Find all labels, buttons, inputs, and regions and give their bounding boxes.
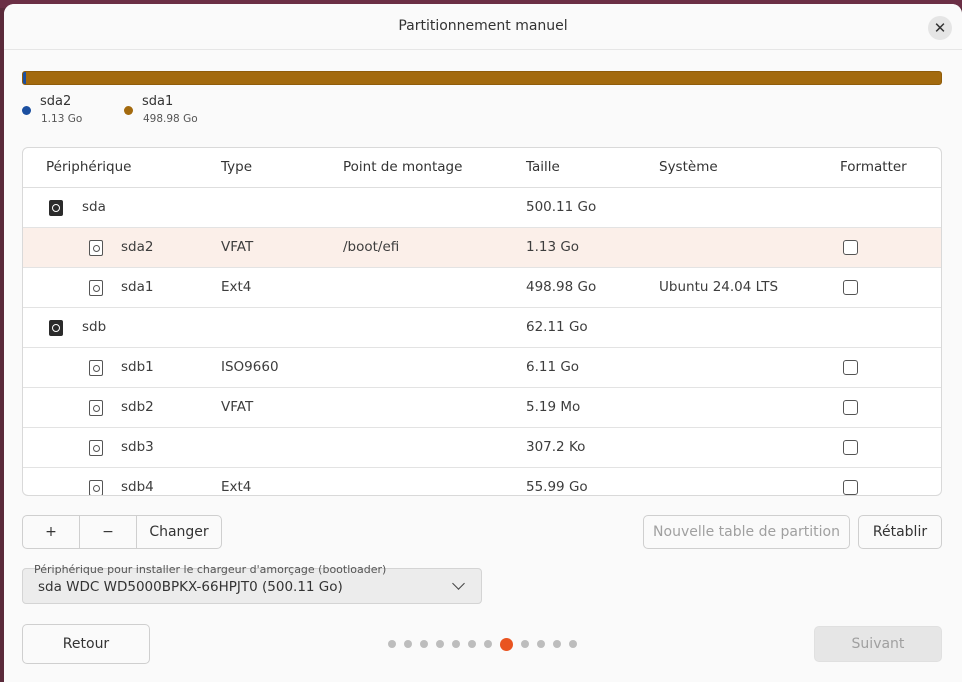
partition-table[interactable]: Périphérique Type Point de montage Taill…	[22, 147, 942, 496]
table-row[interactable]: sdb 62.11 Go	[23, 308, 941, 348]
legend-name: sda2	[40, 94, 72, 109]
legend-size: 1.13 Go	[41, 113, 83, 125]
chevron-down-icon	[452, 577, 465, 590]
table-row[interactable]: sda 500.11 Go	[23, 188, 941, 228]
legend-size: 498.98 Go	[143, 113, 198, 125]
cell-size: 62.11 Go	[526, 319, 588, 335]
new-partition-table-button[interactable]: Nouvelle table de partition	[643, 515, 850, 549]
add-partition-button[interactable]: +	[23, 516, 79, 548]
step-dot	[388, 640, 396, 648]
step-dot	[436, 640, 444, 648]
table-row[interactable]: sdb2 VFAT 5.19 Mo	[23, 388, 941, 428]
cell-device: sda2	[121, 239, 154, 255]
cell-type: Ext4	[221, 279, 252, 295]
partition-icon	[89, 360, 103, 376]
cell-size: 55.99 Go	[526, 479, 588, 495]
partition-icon	[89, 480, 103, 495]
step-dot	[553, 640, 561, 648]
step-dot	[484, 640, 492, 648]
next-button[interactable]: Suivant	[814, 626, 942, 662]
header-mount[interactable]: Point de montage	[343, 159, 462, 175]
step-dot	[468, 640, 476, 648]
cell-device: sdb4	[121, 479, 154, 495]
disk-icon	[49, 320, 63, 336]
revert-button[interactable]: Rétablir	[858, 515, 942, 549]
format-checkbox[interactable]	[843, 480, 858, 495]
cell-size: 500.11 Go	[526, 199, 597, 215]
disk-usage-bar	[22, 71, 942, 85]
table-header: Périphérique Type Point de montage Taill…	[23, 148, 941, 188]
table-row[interactable]: sdb1 ISO9660 6.11 Go	[23, 348, 941, 388]
cell-device: sda	[82, 199, 106, 215]
step-dot	[569, 640, 577, 648]
partition-icon	[89, 440, 103, 456]
change-partition-button[interactable]: Changer	[136, 516, 221, 548]
cell-mount: /boot/efi	[343, 239, 400, 255]
header-type[interactable]: Type	[221, 159, 252, 175]
partition-icon	[89, 280, 103, 296]
titlebar: Partitionnement manuel ✕	[4, 4, 962, 50]
cell-device: sdb	[82, 319, 107, 335]
step-indicator	[388, 637, 585, 651]
step-dot	[521, 640, 529, 648]
remove-partition-button[interactable]: −	[79, 516, 136, 548]
cell-type: Ext4	[221, 479, 252, 495]
cell-device: sda1	[121, 279, 154, 295]
table-row-selected[interactable]: sda2 VFAT /boot/efi 1.13 Go	[23, 228, 941, 268]
header-device[interactable]: Périphérique	[46, 159, 131, 175]
format-checkbox[interactable]	[843, 400, 858, 415]
legend-name: sda1	[142, 94, 174, 109]
partition-icon	[89, 240, 103, 256]
cell-type: VFAT	[221, 239, 254, 255]
partition-icon	[89, 400, 103, 416]
header-format[interactable]: Formatter	[840, 159, 907, 175]
cell-device: sdb3	[121, 439, 154, 455]
cell-type: ISO9660	[221, 359, 279, 375]
cell-size: 498.98 Go	[526, 279, 597, 295]
window-title: Partitionnement manuel	[398, 18, 568, 34]
disk-icon	[49, 200, 63, 216]
cell-size: 1.13 Go	[526, 239, 580, 255]
close-button[interactable]: ✕	[928, 16, 952, 40]
cell-system: Ubuntu 24.04 LTS	[659, 279, 779, 295]
format-checkbox[interactable]	[843, 240, 858, 255]
table-row[interactable]: sdb4 Ext4 55.99 Go	[23, 468, 941, 495]
header-size[interactable]: Taille	[526, 159, 560, 175]
table-row[interactable]: sda1 Ext4 498.98 Go Ubuntu 24.04 LTS	[23, 268, 941, 308]
cell-size: 6.11 Go	[526, 359, 580, 375]
format-checkbox[interactable]	[843, 440, 858, 455]
legend-dot	[22, 106, 31, 115]
step-dot	[420, 640, 428, 648]
back-button[interactable]: Retour	[22, 624, 150, 664]
step-dot-current	[500, 637, 513, 651]
bootloader-device-value: sda WDC WD5000BPKX-66HPJT0 (500.11 Go)	[38, 579, 343, 595]
legend-dot	[124, 106, 133, 115]
step-dot	[452, 640, 460, 648]
usage-segment-sda2	[23, 72, 27, 84]
step-dot	[537, 640, 545, 648]
cell-type: VFAT	[221, 399, 254, 415]
cell-size: 307.2 Ko	[526, 439, 586, 455]
step-dot	[404, 640, 412, 648]
bootloader-device-label: Périphérique pour installer le chargeur …	[34, 563, 387, 576]
cell-device: sdb1	[121, 359, 154, 375]
installer-window: Partitionnement manuel ✕ sda2 1.13 Go sd…	[4, 4, 962, 682]
partition-action-group: + − Changer	[22, 515, 222, 549]
cell-size: 5.19 Mo	[526, 399, 581, 415]
format-checkbox[interactable]	[843, 360, 858, 375]
close-icon: ✕	[933, 18, 947, 37]
cell-device: sdb2	[121, 399, 154, 415]
format-checkbox[interactable]	[843, 280, 858, 295]
header-system[interactable]: Système	[659, 159, 718, 175]
table-row[interactable]: sdb3 307.2 Ko	[23, 428, 941, 468]
